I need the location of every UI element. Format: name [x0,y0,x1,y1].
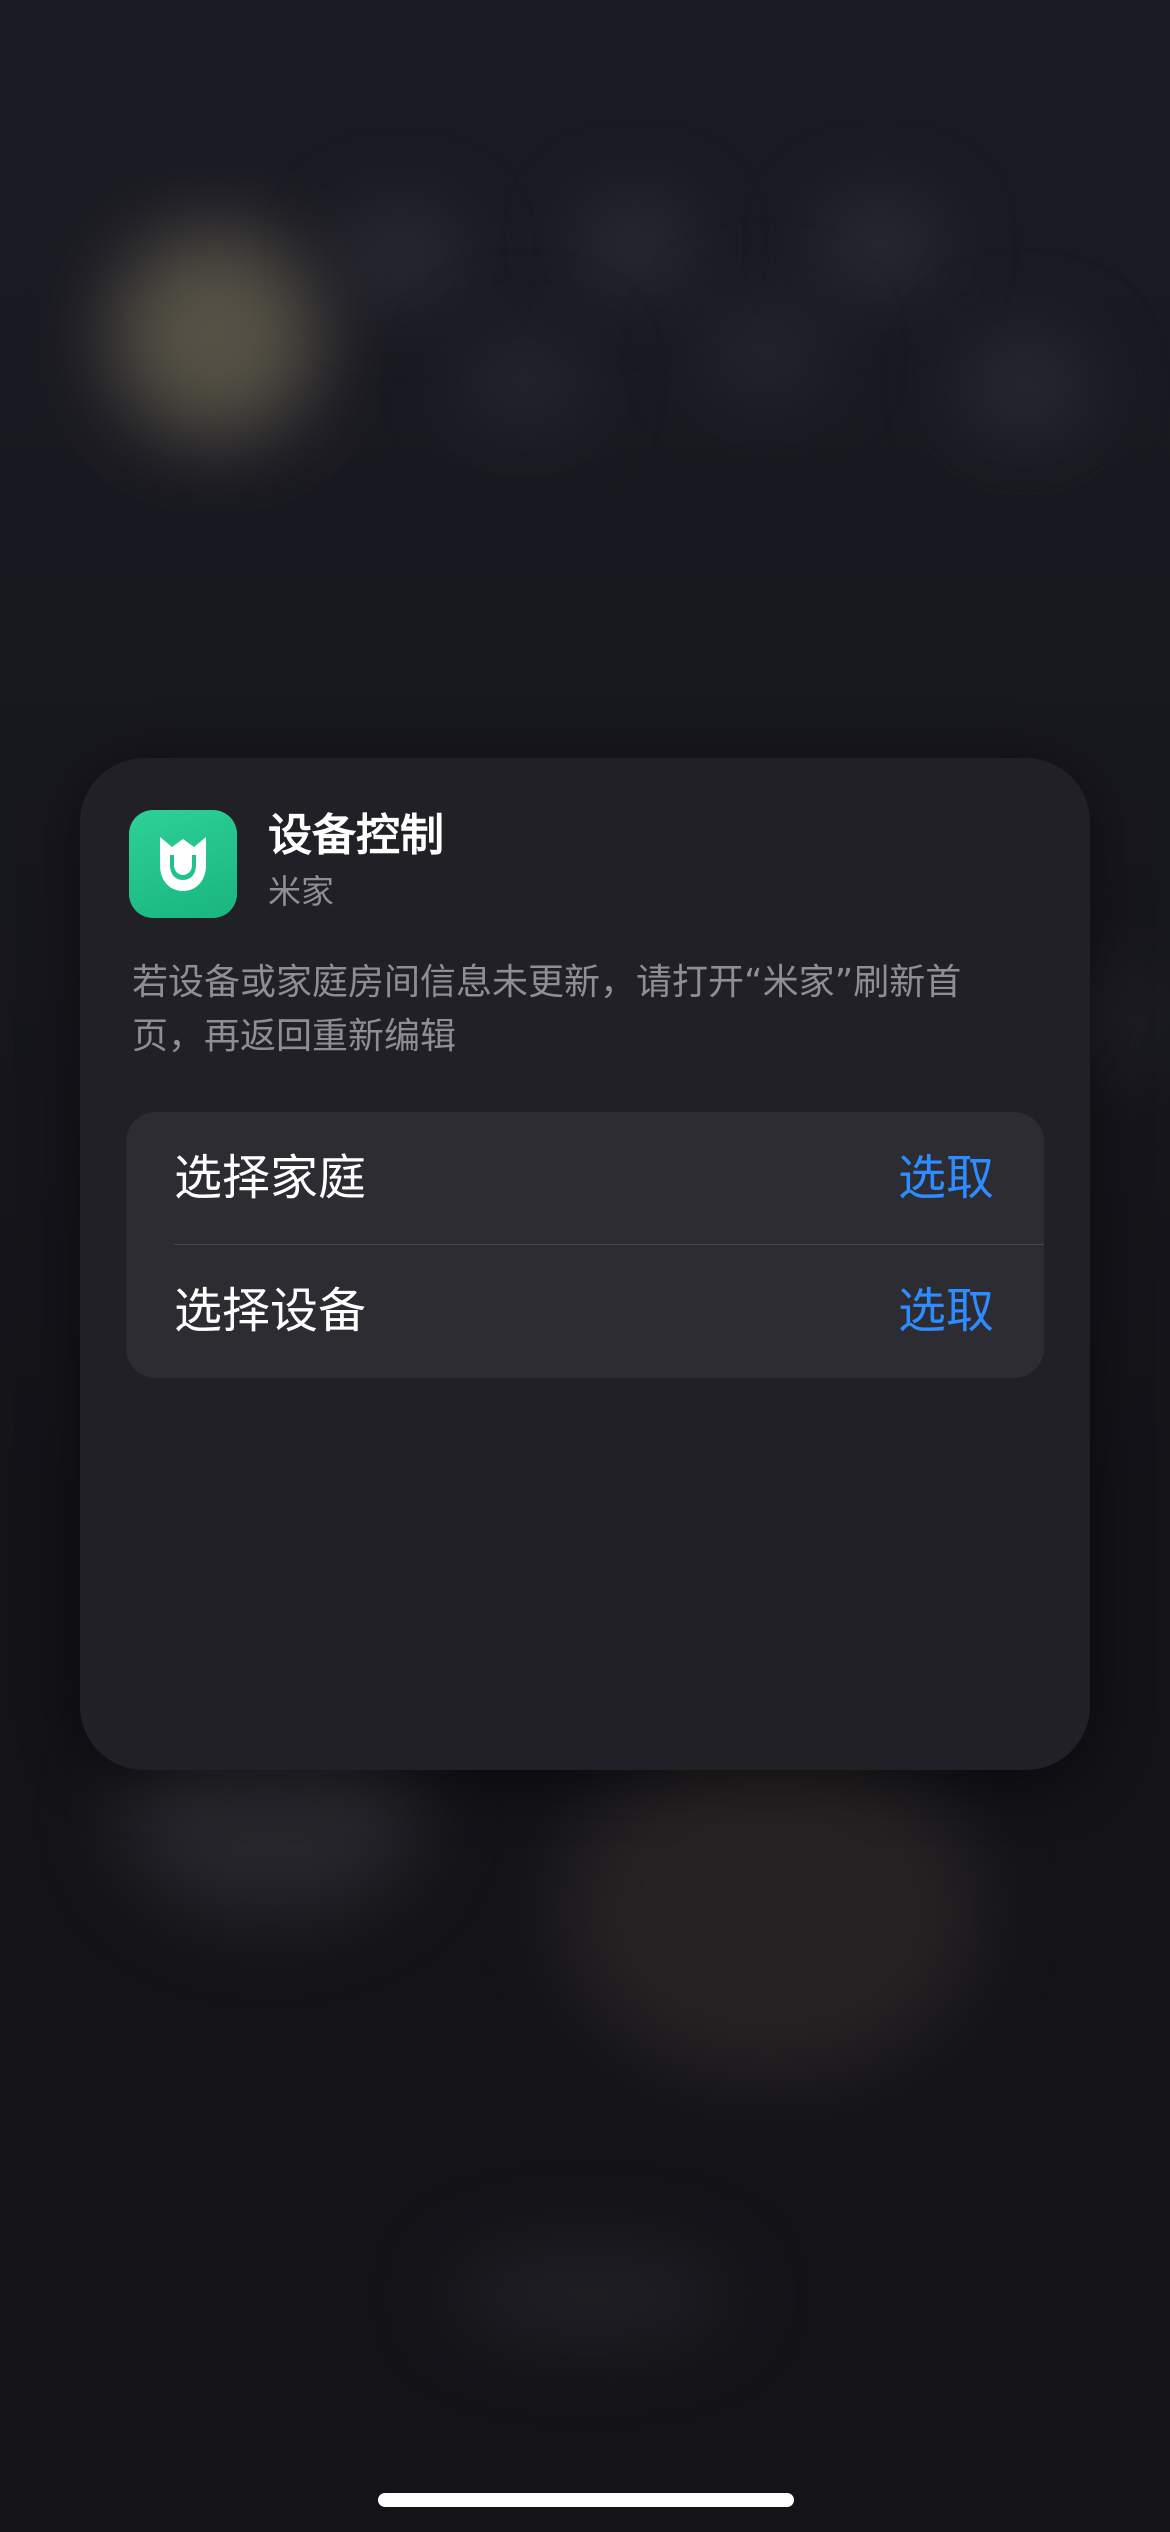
background-blur [960,330,1090,440]
background-blur [560,1740,980,2080]
widget-title: 设备控制 [268,810,444,861]
widget-app-name: 米家 [268,872,334,911]
home-indicator[interactable] [378,2493,794,2507]
widget-description: 若设备或家庭房间信息未更新，请打开“米家”刷新首页，再返回重新编辑 [132,962,962,1057]
select-home-button[interactable]: 选取 [898,1112,994,1244]
mijia-app-icon [129,810,237,918]
background-blur [700,300,830,400]
background-blur [450,2250,730,2340]
background-blur [460,330,590,430]
select-device-label: 选择设备 [174,1283,367,1339]
select-home-row[interactable]: 选择家庭 选取 [126,1112,1044,1244]
background-blur [110,230,320,440]
background-blur [580,200,690,290]
select-device-button[interactable]: 选取 [898,1245,994,1377]
background-blur [340,210,460,300]
widget-edit-sheet: 设备控制 米家 若设备或家庭房间信息未更新，请打开“米家”刷新首页，再返回重新编… [80,758,1090,1770]
widget-options-list: 选择家庭 选取 选择设备 选取 [126,1112,1044,1378]
mijia-logo-icon [160,837,206,891]
background-blur [820,200,940,290]
screen: 设备控制 米家 若设备或家庭房间信息未更新，请打开“米家”刷新首页，再返回重新编… [0,0,1170,2532]
select-device-row[interactable]: 选择设备 选取 [126,1245,1044,1377]
select-home-label: 选择家庭 [174,1150,367,1206]
